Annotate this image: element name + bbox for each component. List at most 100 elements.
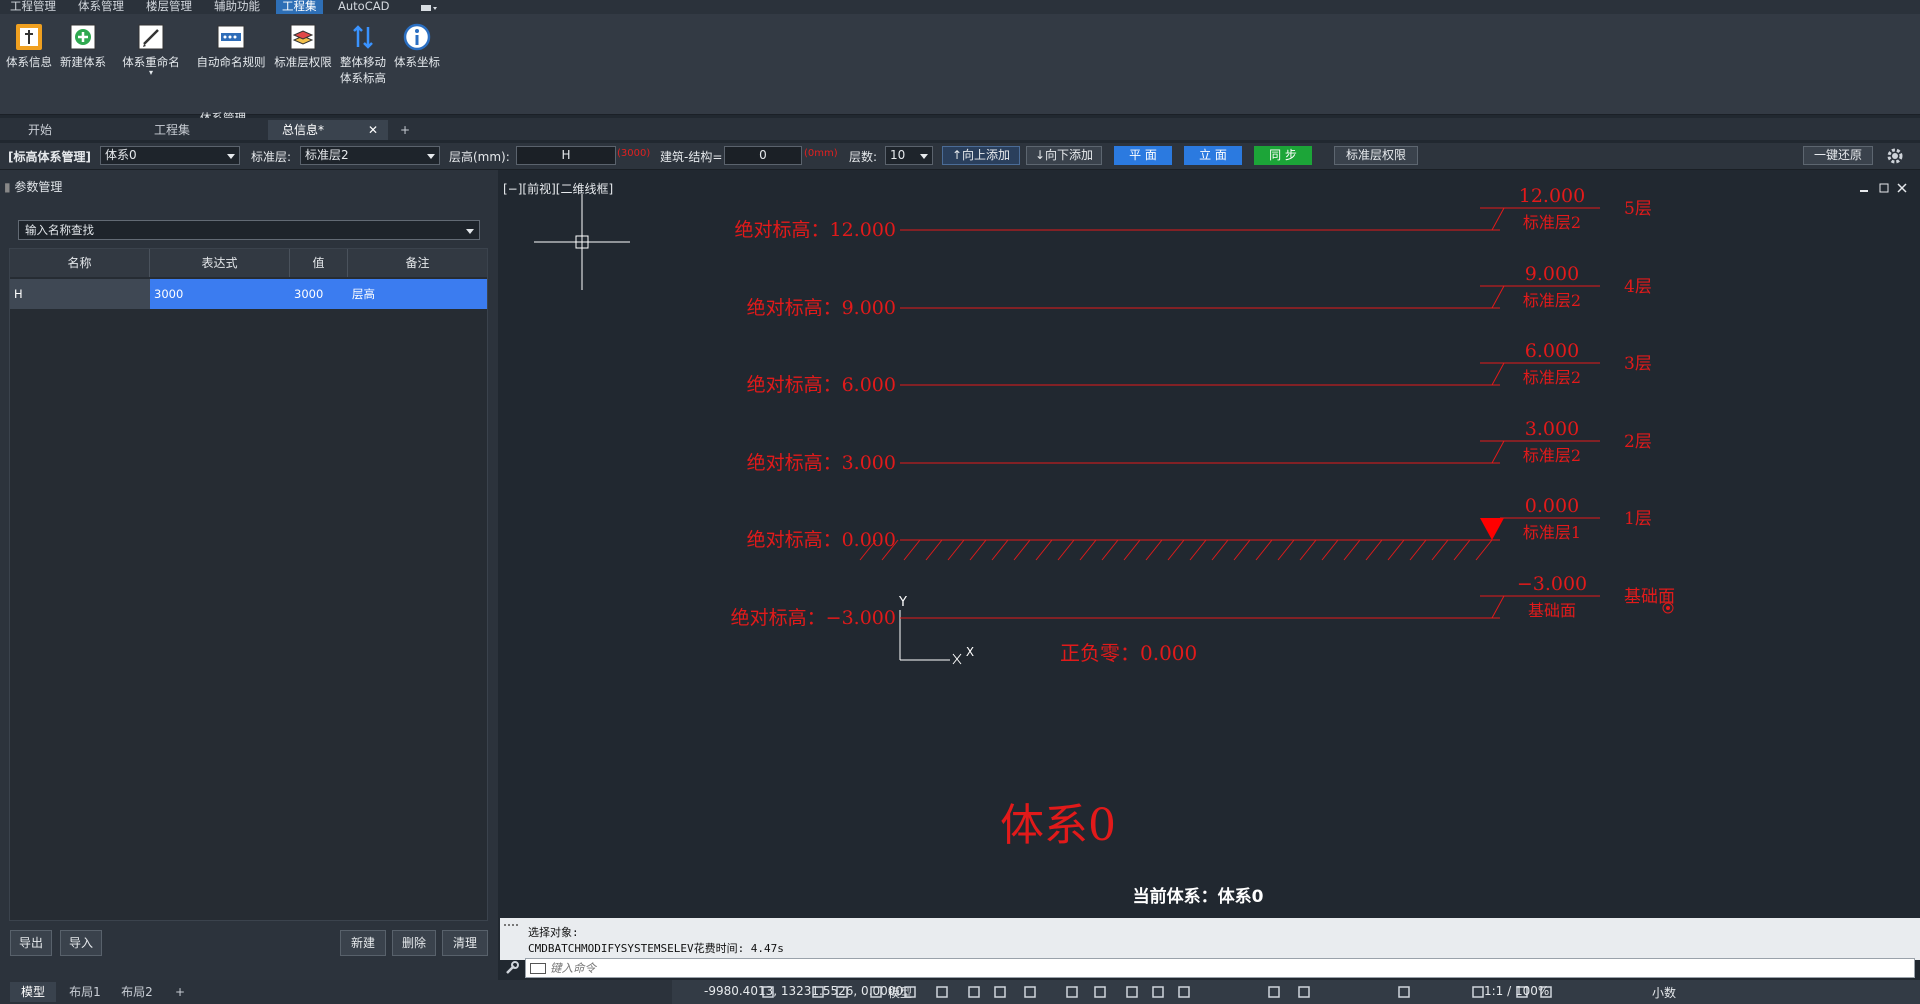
settings-gear-icon[interactable] (1886, 147, 1904, 165)
viewport-window-controls[interactable] (1860, 183, 1907, 193)
annotation-visibility-icon[interactable] (1124, 984, 1140, 1000)
hatch-stroke (1233, 539, 1251, 561)
menu-tab-system-mgmt[interactable]: 体系管理 (72, 0, 130, 14)
tab-general-info[interactable]: 总信息* ✕ (268, 120, 388, 140)
view-control-label[interactable]: [−][前视][二维线框] (503, 180, 613, 197)
hatch-stroke (1123, 539, 1141, 561)
workspace-gear-icon[interactable] (1266, 984, 1282, 1000)
new-param-button[interactable]: 新建 (340, 930, 386, 956)
tab-project-set[interactable]: 工程集 (130, 120, 265, 140)
otrack-icon[interactable] (934, 984, 950, 1000)
elevation-value-label: −3.000 (1517, 573, 1587, 595)
lineweight-icon[interactable] (966, 984, 982, 1000)
elevation-view-button[interactable]: 立 面 (1184, 146, 1242, 165)
search-input[interactable]: 输入名称查找 (18, 220, 480, 240)
column-header-note[interactable]: 备注 (348, 249, 487, 277)
grid-icon[interactable] (760, 984, 776, 1000)
clear-param-button[interactable]: 清理 (442, 930, 488, 956)
snap-icon[interactable] (810, 984, 826, 1000)
polar-icon[interactable] (868, 984, 884, 1000)
hatch-stroke (1255, 539, 1273, 561)
system-coords-button[interactable]: 体系坐标 (392, 22, 442, 70)
hatch-stroke (947, 539, 965, 561)
plan-view-button[interactable]: 平 面 (1114, 146, 1172, 165)
arch-struct-input[interactable]: 0 (724, 146, 802, 165)
delete-param-button[interactable]: 删除 (392, 930, 436, 956)
menu-tab-project-set[interactable]: 工程集 (276, 0, 323, 14)
new-system-button[interactable]: 新建体系 (58, 22, 108, 70)
drawing-viewport[interactable]: Y X 绝对标高：15.000标准层2绝对标高：12.00012.000标准层2… (500, 170, 1920, 918)
plus-icon[interactable] (1296, 984, 1312, 1000)
auto-naming-rule-button[interactable]: 自动命名规则 (194, 22, 268, 70)
layers-icon (288, 22, 318, 52)
menu-tab-aux[interactable]: 辅助功能 (208, 0, 266, 14)
floor-name-label: 5层 (1624, 199, 1652, 219)
3d-osnap-icon[interactable] (1064, 984, 1080, 1000)
transparency-icon[interactable] (992, 984, 1008, 1000)
close-tab-icon[interactable]: ✕ (368, 120, 378, 140)
tab-start[interactable]: 开始 (6, 120, 126, 140)
cell-value[interactable]: 3000 (290, 279, 348, 309)
reset-all-button[interactable]: 一键还原 (1803, 146, 1873, 165)
hatch-stroke (1079, 539, 1097, 561)
std-floor-permission-button[interactable]: 标准层权限 (272, 22, 334, 70)
dynamic-ucs-icon[interactable] (1092, 984, 1108, 1000)
drag-handle-icon[interactable] (504, 924, 518, 934)
command-prompt-icon[interactable] (530, 963, 546, 974)
column-header-value[interactable]: 值 (290, 249, 348, 277)
workspace-dropdown-icon[interactable] (420, 2, 438, 12)
floor-name-label: 2层 (1624, 432, 1652, 452)
selection-cycle-icon[interactable] (1022, 984, 1038, 1000)
hatch-stroke (1321, 539, 1339, 561)
cell-expr[interactable]: 3000 (150, 279, 290, 309)
menu-tab-project-mgmt[interactable]: 工程管理 (4, 0, 62, 14)
add-down-button[interactable]: ↓向下添加 (1026, 146, 1102, 165)
annotation-scale[interactable]: 1:1 / 100% (1484, 984, 1549, 998)
add-layout-button[interactable]: + (170, 982, 190, 1002)
hatch-stroke (1145, 539, 1163, 561)
command-line-1: 选择对象: (528, 926, 579, 939)
system-info-button[interactable]: 体系信息 (4, 22, 54, 70)
menu-tab-floor-mgmt[interactable]: 楼层管理 (140, 0, 198, 14)
import-button[interactable]: 导入 (60, 930, 102, 956)
add-tab-button[interactable]: + (392, 120, 422, 140)
system-select[interactable]: 体系0 (100, 146, 240, 165)
elevation-value-label: 12.000 (1519, 185, 1585, 207)
floor-height-input[interactable]: H (516, 146, 616, 165)
std-floor-permission-toolbar-button[interactable]: 标准层权限 (1334, 146, 1418, 165)
elevation-value-label: 6.000 (1525, 340, 1579, 362)
tab-model[interactable]: 模型 (10, 982, 56, 1002)
floor-height-hint: (3000) (617, 148, 651, 159)
absolute-elevation-label: 绝对标高：0.000 (747, 529, 896, 551)
export-button[interactable]: 导出 (10, 930, 52, 956)
sync-button[interactable]: 同 步 (1254, 146, 1312, 165)
hatch-stroke (1431, 539, 1449, 561)
move-system-elevation-button[interactable]: 整体移动 体系标高 (336, 22, 390, 86)
std-floor-select[interactable]: 标准层2 (300, 146, 440, 165)
add-up-button[interactable]: ↑向上添加 (942, 146, 1020, 165)
chevron-down-icon (227, 154, 235, 159)
osnap-icon[interactable] (902, 984, 918, 1000)
std-floor-label: 基础面 (1528, 601, 1576, 620)
std-floor-label: 标准层: (251, 150, 292, 164)
menu-tab-autocad[interactable]: AutoCAD (332, 0, 395, 14)
annotation-monitor-icon[interactable] (1176, 984, 1192, 1000)
ortho-icon[interactable] (834, 984, 850, 1000)
isolate-icon[interactable] (1396, 984, 1412, 1000)
cell-note[interactable]: 层高 (348, 279, 487, 309)
tab-layout2[interactable]: 布局2 (114, 982, 160, 1002)
wrench-icon[interactable] (504, 960, 520, 976)
command-input[interactable]: 键入命令 (525, 958, 1915, 978)
elevation-system-toolbar: [标高体系管理] 体系0 标准层: 标准层2 层高(mm): H (3000) … (0, 143, 1920, 170)
hatch-stroke (991, 539, 1009, 561)
hatch-stroke (1409, 539, 1427, 561)
auto-scale-icon[interactable] (1150, 984, 1166, 1000)
tab-layout1[interactable]: 布局1 (62, 982, 108, 1002)
column-header-name[interactable]: 名称 (10, 249, 150, 277)
cell-name[interactable]: H (10, 279, 150, 309)
crosshair-cursor (534, 194, 630, 290)
rename-system-button[interactable]: 体系重命名 ▾ (118, 22, 184, 77)
units-select[interactable]: 小数 (1652, 984, 1676, 1001)
floor-count-select[interactable]: 10 (885, 146, 933, 165)
column-header-expr[interactable]: 表达式 (150, 249, 290, 277)
